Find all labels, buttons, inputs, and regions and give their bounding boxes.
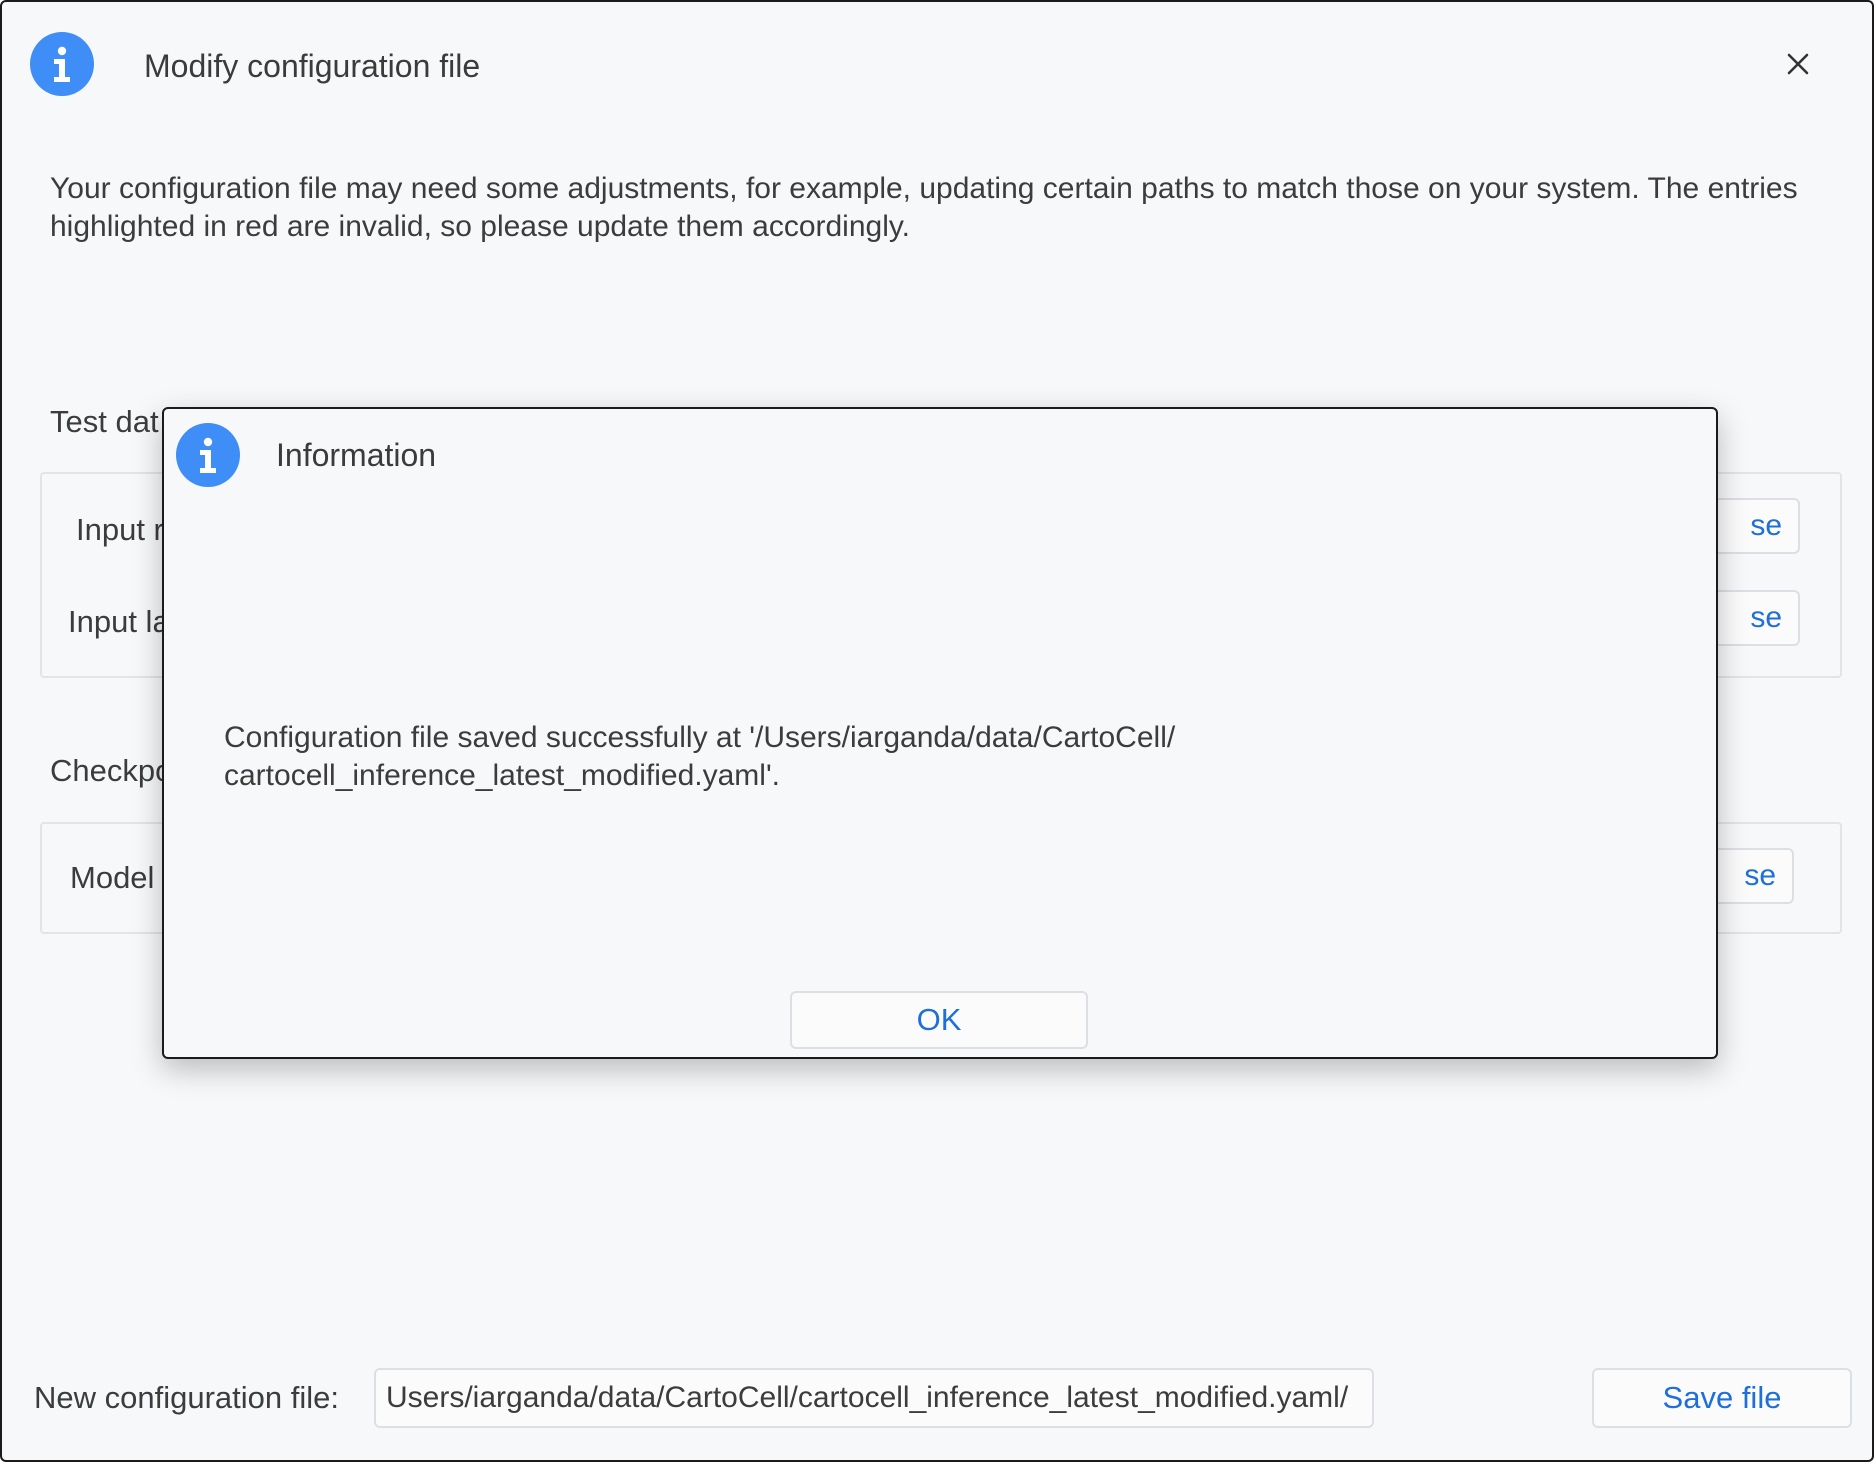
dialog-title: Information (276, 437, 437, 473)
info-icon (176, 423, 240, 487)
ok-button[interactable]: OK (790, 991, 1088, 1049)
window-title: Modify configuration file (144, 48, 481, 84)
dialog-message: Configuration file saved successfully at… (224, 719, 1624, 795)
section-label-test-data: Test dat (50, 404, 159, 439)
save-file-button[interactable]: Save file (1592, 1368, 1852, 1428)
dialog-message-line-1: Configuration file saved successfully at… (224, 721, 1176, 754)
description-text: Your configuration file may need some ad… (50, 172, 1798, 243)
dialog-message-line-2: cartocell_inference_latest_modified.yaml… (224, 759, 781, 792)
close-icon (1787, 53, 1809, 75)
information-dialog: Information Configuration file saved suc… (162, 407, 1718, 1059)
config-path-input[interactable] (374, 1368, 1374, 1428)
section-label-checkpoint: Checkpo (50, 753, 173, 788)
field-label-input-label: Input la (68, 604, 170, 639)
close-button[interactable] (1778, 44, 1818, 84)
config-window: Modify configuration file Your configura… (0, 0, 1874, 1462)
field-label-model: Model (70, 860, 155, 895)
field-label-input-raw: Input r (76, 512, 164, 547)
new-config-label: New configuration file: (34, 1380, 339, 1415)
info-icon (30, 32, 94, 96)
